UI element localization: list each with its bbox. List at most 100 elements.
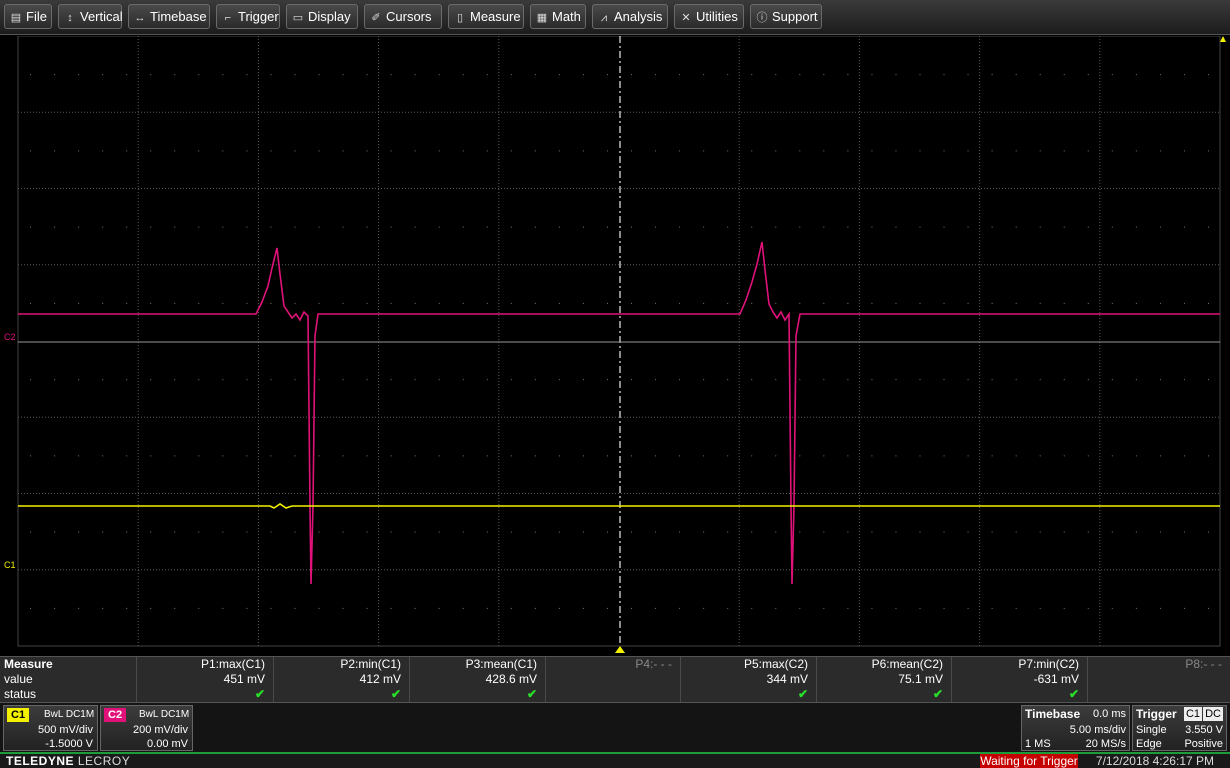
c1-descriptor[interactable]: C1 BwL DC1M 500 mV/div -1.5000 V: [3, 705, 98, 751]
grid-dot: [775, 531, 777, 533]
timebase-descriptor[interactable]: Timebase 0.0 ms 5.00 ms/div 1 MS 20 MS/s: [1021, 705, 1130, 751]
measure-param-name: P3:mean(C1): [465, 657, 537, 671]
measure-param-p6[interactable]: P6:mean(C2) 75.1 mV ✔: [816, 657, 951, 703]
grid-dot: [510, 150, 512, 152]
grid-dot: [318, 379, 320, 381]
trigger-descriptor[interactable]: Trigger C1 DC Single 3.550 V Edge Positi…: [1132, 705, 1227, 751]
grid-dot: [534, 226, 536, 228]
menu-timebase-button[interactable]: ↔ Timebase: [128, 4, 210, 29]
measure-row-value-label: value: [4, 672, 33, 686]
measure-param-p4[interactable]: P4:- - -: [545, 657, 680, 703]
menu-support-button[interactable]: ⓘ Support: [750, 4, 822, 29]
grid-dot: [126, 226, 128, 228]
grid-dot: [1087, 379, 1089, 381]
waveform-display[interactable]: C2 C1: [0, 36, 1230, 656]
menu-trigger-button[interactable]: ⌐ Trigger: [216, 4, 280, 29]
measure-param-p3[interactable]: P3:mean(C1) 428.6 mV ✔: [409, 657, 545, 703]
trigger-edge-icon: ⌐: [224, 12, 232, 24]
menu-utilities-button[interactable]: ✕ Utilities: [674, 4, 744, 29]
grid-dot: [799, 226, 801, 228]
grid-dot: [1159, 379, 1161, 381]
grid-dot: [823, 302, 825, 304]
trigger-position-marker-bottom[interactable]: [615, 646, 625, 653]
grid-dot: [318, 150, 320, 152]
c2-ground-marker[interactable]: C2: [4, 332, 16, 342]
menu-analysis-button[interactable]: ⩘ Analysis: [592, 4, 668, 29]
menu-vertical-button[interactable]: ↕ Vertical: [58, 4, 123, 29]
measure-param-value: 412 mV: [359, 672, 401, 686]
grid-dot: [582, 150, 584, 152]
grid-dot: [582, 455, 584, 457]
grid-dot: [198, 531, 200, 533]
measure-param-p7[interactable]: P7:min(C2) -631 mV ✔: [951, 657, 1087, 703]
grid-dot: [1087, 226, 1089, 228]
grid-dot: [486, 150, 488, 152]
menu-math-button[interactable]: ▦ Math: [530, 4, 586, 29]
grid-dot: [679, 226, 681, 228]
horizontal-arrows-icon: ↔: [134, 12, 146, 24]
grid-dot: [582, 379, 584, 381]
grid-dot: [1039, 607, 1041, 609]
grid-dot: [582, 302, 584, 304]
grid-dot: [943, 226, 945, 228]
grid-dot: [1135, 607, 1137, 609]
trigger-position-marker-top[interactable]: [1220, 36, 1226, 42]
grid-dot: [486, 455, 488, 457]
menu-file-button[interactable]: ▤ File: [4, 4, 52, 29]
grid-dot: [775, 302, 777, 304]
grid-dot: [486, 302, 488, 304]
grid-dot: [534, 379, 536, 381]
grid-dot: [655, 455, 657, 457]
menu-cursors-button[interactable]: ✐ Cursors: [364, 4, 442, 29]
c2-descriptor[interactable]: C2 BwL DC1M 200 mV/div 0.00 mV: [100, 705, 193, 751]
grid-dot: [462, 226, 464, 228]
grid-dot: [198, 607, 200, 609]
measure-param-value: -631 mV: [1033, 672, 1079, 686]
grid-dot: [919, 607, 921, 609]
c2-waveform: [18, 241, 1220, 585]
grid-dot: [1207, 150, 1209, 152]
brand-bold: TELEDYNE: [6, 754, 75, 768]
grid-dot: [438, 607, 440, 609]
measure-param-p2[interactable]: P2:min(C1) 412 mV ✔: [273, 657, 409, 703]
grid-dot: [534, 607, 536, 609]
c2-tag: C2: [104, 708, 127, 722]
grid-dot: [270, 607, 272, 609]
grid-dot: [486, 226, 488, 228]
measure-param-p8[interactable]: P8:- - -: [1087, 657, 1230, 703]
grid-dot: [126, 74, 128, 76]
grid-dot: [510, 379, 512, 381]
chart-icon: ⩘: [600, 12, 608, 24]
measure-param-p1[interactable]: P1:max(C1) 451 mV ✔: [136, 657, 273, 703]
grid-dot: [174, 150, 176, 152]
menu-measure-button[interactable]: ▯ Measure: [448, 4, 524, 29]
grid-dot: [1135, 226, 1137, 228]
c1-ground-marker[interactable]: C1: [4, 560, 16, 570]
grid-dot: [1039, 302, 1041, 304]
grid-dot: [414, 74, 416, 76]
grid-dot: [895, 74, 897, 76]
grid-dot: [150, 74, 152, 76]
trigger-mode: Single: [1136, 724, 1167, 736]
grid-dot: [78, 455, 80, 457]
grid-dot: [727, 531, 729, 533]
grid-dot: [342, 302, 344, 304]
grid-dot: [991, 150, 993, 152]
grid-dot: [78, 531, 80, 533]
grid-dot: [462, 302, 464, 304]
grid-dot: [486, 607, 488, 609]
grid-dot: [294, 607, 296, 609]
grid-dot: [462, 150, 464, 152]
grid-dot: [558, 455, 560, 457]
grid-dot: [534, 302, 536, 304]
grid-dot: [1039, 455, 1041, 457]
menu-display-button[interactable]: ▭ Display: [286, 4, 358, 29]
grid-dot: [943, 531, 945, 533]
grid-dot: [1039, 150, 1041, 152]
timebase-tdiv: 5.00 ms/div: [1069, 724, 1126, 736]
grid-dot: [606, 302, 608, 304]
grid-dot: [30, 531, 32, 533]
measure-param-p5[interactable]: P5:max(C2) 344 mV ✔: [680, 657, 816, 703]
grid-dot: [1159, 607, 1161, 609]
grid-dot: [799, 150, 801, 152]
